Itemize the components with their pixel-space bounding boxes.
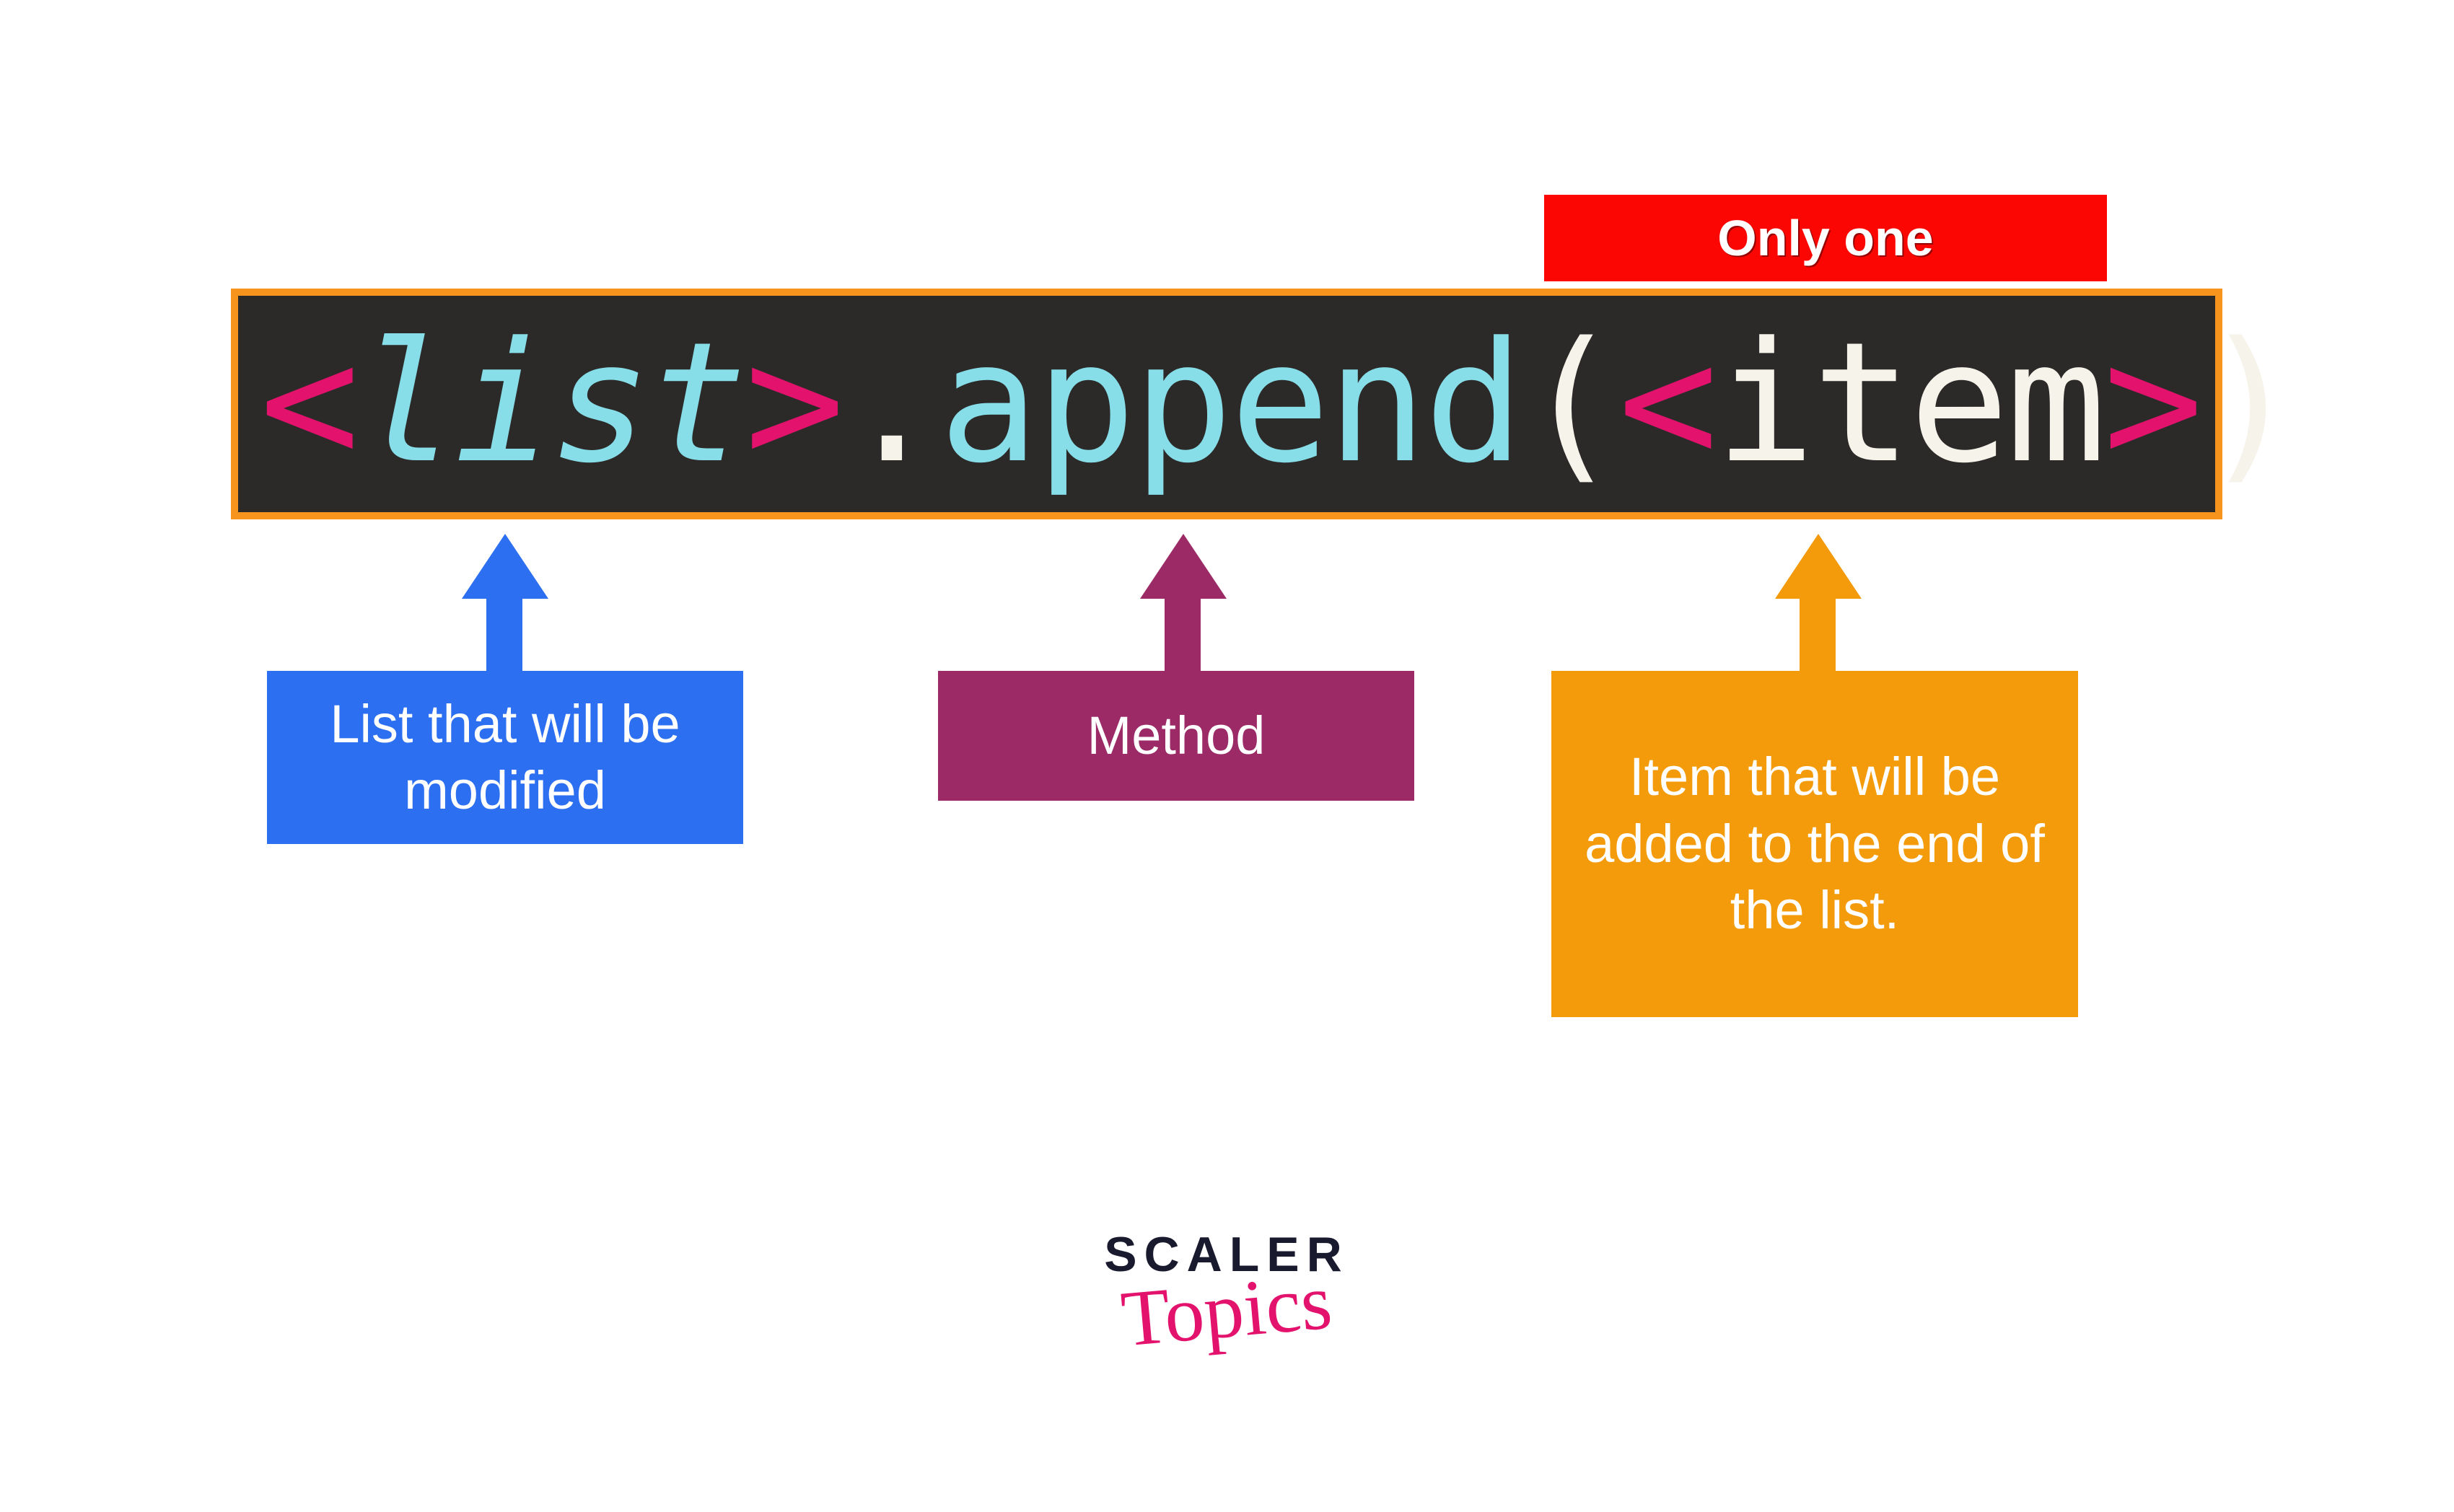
arrow-up-icon xyxy=(1140,534,1227,599)
angle-bracket-open: < xyxy=(1618,321,1715,487)
scaler-topics-logo: SCALER Topics xyxy=(1068,1226,1385,1356)
paren-open: ( xyxy=(1521,321,1618,487)
angle-bracket-close: > xyxy=(745,321,841,487)
item-callout: Item that will be added to the end of th… xyxy=(1551,671,2078,1017)
paren-close: ) xyxy=(2201,321,2297,487)
item-identifier: item xyxy=(1715,321,2103,487)
arrow-up-icon xyxy=(1775,534,1862,599)
arrow-shaft xyxy=(1800,592,1836,671)
dot-operator: . xyxy=(842,321,939,487)
diagram-canvas: Only one <list>.append(<item>) List that… xyxy=(0,0,2454,1512)
list-callout: List that will be modified xyxy=(267,671,743,844)
code-syntax-box: <list>.append(<item>) xyxy=(231,289,2222,519)
method-name: append xyxy=(939,321,1521,487)
angle-bracket-open: < xyxy=(260,321,356,487)
arrow-shaft xyxy=(1165,592,1201,671)
arrow-up-icon xyxy=(462,534,548,599)
angle-bracket-close: > xyxy=(2103,321,2200,487)
only-one-badge: Only one xyxy=(1544,195,2107,281)
arrow-shaft xyxy=(486,592,522,671)
logo-line-2: Topics xyxy=(1118,1256,1336,1366)
method-callout: Method xyxy=(938,671,1414,801)
list-identifier: list xyxy=(356,321,745,487)
